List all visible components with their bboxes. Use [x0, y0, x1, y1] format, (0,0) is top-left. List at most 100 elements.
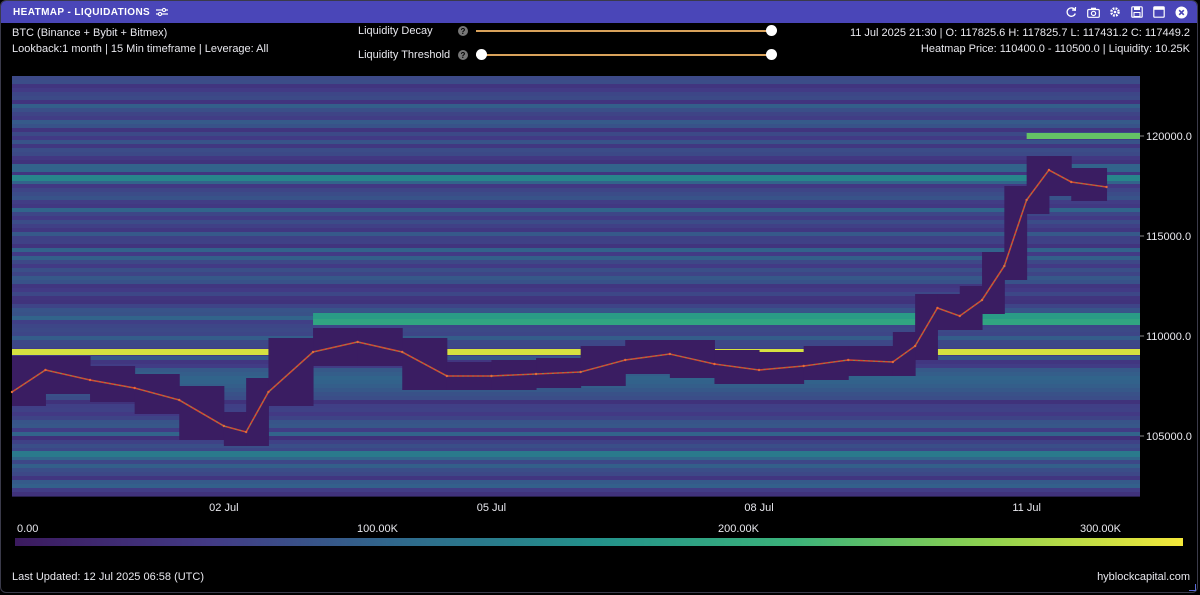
- heatmap-row: [12, 332, 1140, 337]
- heatmap-row: [12, 140, 1140, 145]
- y-tick-label: 110000.0: [1146, 331, 1191, 343]
- price-point: [88, 378, 92, 382]
- heatmap-row: [12, 240, 1140, 245]
- price-point: [44, 368, 47, 372]
- price-point: [311, 350, 315, 354]
- price-point: [891, 360, 895, 364]
- price-point: [913, 344, 917, 348]
- liquidity-threshold-label: Liquidity Threshold: [358, 49, 451, 61]
- slider-knob-min[interactable]: [476, 49, 487, 60]
- heatmap-row: [12, 468, 1140, 473]
- heatmap-row: [12, 188, 1140, 193]
- heatmap-row: [12, 88, 1140, 93]
- heatmap-row: [12, 224, 1140, 229]
- slider-knob-max[interactable]: [766, 49, 777, 60]
- heatmap-row: [12, 100, 1140, 105]
- liquidity-decay-label: Liquidity Decay: [358, 25, 433, 37]
- heatmap-row: [12, 244, 1140, 249]
- heatmap-row: [12, 128, 1140, 133]
- price-point: [980, 298, 984, 302]
- heatmap-row: [12, 148, 1140, 153]
- heatmap-row: [12, 92, 1140, 97]
- heatmap-row: [12, 196, 1140, 201]
- price-point: [668, 352, 672, 356]
- heatmap-row: [12, 156, 1140, 161]
- price-point: [133, 386, 136, 390]
- slider-knob[interactable]: [766, 25, 777, 36]
- heatmap-row: [12, 232, 1140, 237]
- heatmap-row: [12, 136, 1140, 141]
- price-point: [534, 372, 538, 376]
- filter-settings-icon[interactable]: [156, 7, 169, 17]
- liquidity-band: [12, 451, 1140, 457]
- heatmap-row: [12, 216, 1140, 221]
- resize-handle[interactable]: [1189, 584, 1196, 591]
- liquidity-band: [313, 313, 1140, 319]
- save-icon[interactable]: [1129, 4, 1145, 20]
- heatmap-row: [12, 160, 1140, 165]
- price-point: [490, 374, 493, 378]
- heatmap-row: [12, 252, 1140, 257]
- heatmap-row: [12, 236, 1140, 241]
- help-icon[interactable]: ?: [458, 50, 468, 60]
- y-tick-label: 115000.0: [1146, 231, 1191, 243]
- price-point: [579, 370, 582, 374]
- colorbar-label: 100.00K: [357, 523, 398, 535]
- colorbar-label: 200.00K: [718, 523, 759, 535]
- y-tick-label: 105000.0: [1146, 431, 1192, 443]
- price-point: [1070, 180, 1073, 184]
- heatmap-row: [12, 480, 1140, 485]
- heatmap-row: [12, 440, 1140, 445]
- price-point: [401, 350, 404, 354]
- heatmap-row: [12, 212, 1140, 217]
- colorbar-label: 0.00: [17, 523, 39, 535]
- heatmap-row: [12, 444, 1140, 449]
- heatmap-row: [12, 200, 1140, 205]
- liquidity-threshold-slider[interactable]: [476, 47, 778, 63]
- heatmap-row: [12, 276, 1140, 281]
- heatmap-row: [12, 96, 1140, 101]
- chart-info-left: BTC (Binance + Bybit + Bitmex) Lookback:…: [12, 25, 268, 57]
- x-tick-label: 05 Jul: [477, 502, 506, 514]
- y-tick-label: 120000.0: [1146, 131, 1192, 143]
- camera-icon[interactable]: [1085, 4, 1101, 20]
- slider-track: [476, 54, 772, 56]
- heatmap-row: [12, 228, 1140, 233]
- price-point: [356, 340, 359, 344]
- close-icon[interactable]: [1173, 4, 1189, 20]
- price-point: [936, 306, 939, 310]
- gear-icon[interactable]: [1107, 4, 1123, 20]
- price-point: [1003, 264, 1006, 268]
- price-point: [757, 368, 761, 372]
- help-icon[interactable]: ?: [458, 26, 468, 36]
- price-point: [958, 314, 961, 318]
- liquidity-decay-slider[interactable]: [476, 23, 778, 39]
- last-updated-label: Last Updated: 12 Jul 2025 06:58 (UTC): [12, 571, 205, 583]
- heatmap-row: [12, 264, 1140, 269]
- heatmap-row: [12, 464, 1140, 469]
- widget-title: HEATMAP - LIQUIDATIONS: [13, 6, 151, 18]
- heatmap-row: [12, 208, 1140, 213]
- price-point: [445, 374, 449, 378]
- x-tick-label: 02 Jul: [209, 502, 238, 514]
- heatmap-row: [12, 192, 1140, 197]
- price-point: [847, 358, 850, 362]
- price-point: [1105, 185, 1108, 189]
- heatmap-row: [12, 116, 1140, 121]
- heatmap-row: [12, 108, 1140, 113]
- heatmap-row: [12, 112, 1140, 117]
- expand-icon[interactable]: [1151, 4, 1167, 20]
- liquidation-heatmap-chart[interactable]: 120000.0 115000.0 110000.0 105000.0 02 Jul 05…: [0, 70, 1200, 515]
- heatmap-row: [12, 272, 1140, 277]
- heatmap-row: [12, 144, 1140, 149]
- heatmap-row: [12, 268, 1140, 273]
- heatmap-row: [12, 76, 1140, 81]
- heatmap-row: [12, 460, 1140, 465]
- heatmap-row: [12, 104, 1140, 109]
- refresh-icon[interactable]: [1063, 4, 1079, 20]
- x-tick-label: 11 Jul: [1012, 502, 1041, 514]
- heatmap-row: [12, 248, 1140, 253]
- heatmap-row: [12, 204, 1140, 209]
- heatmap-row: [12, 484, 1140, 489]
- liquidity-band: [1026, 133, 1140, 139]
